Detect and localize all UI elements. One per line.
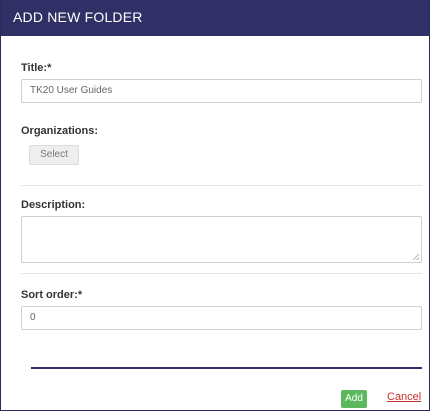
title-input[interactable]: TK20 User Guides [21,79,422,103]
organizations-label: Organizations: [21,125,99,137]
section-divider [21,185,422,186]
dialog-title: ADD NEW FOLDER [13,9,143,25]
sort-order-input[interactable]: 0 [21,306,422,330]
section-divider [21,273,422,274]
dialog-header: ADD NEW FOLDER [1,0,429,36]
resize-grip-icon[interactable] [413,254,419,260]
add-button[interactable]: Add [341,390,367,408]
description-textarea[interactable] [21,216,422,263]
organizations-select-button[interactable]: Select [29,145,79,165]
title-label: Title:* [21,62,52,74]
sort-order-label: Sort order:* [21,289,83,301]
description-label: Description: [21,199,86,211]
cancel-link[interactable]: Cancel [387,391,421,403]
footer-rule [31,367,422,369]
add-folder-dialog: ADD NEW FOLDER Title:* TK20 User Guides … [0,0,430,411]
